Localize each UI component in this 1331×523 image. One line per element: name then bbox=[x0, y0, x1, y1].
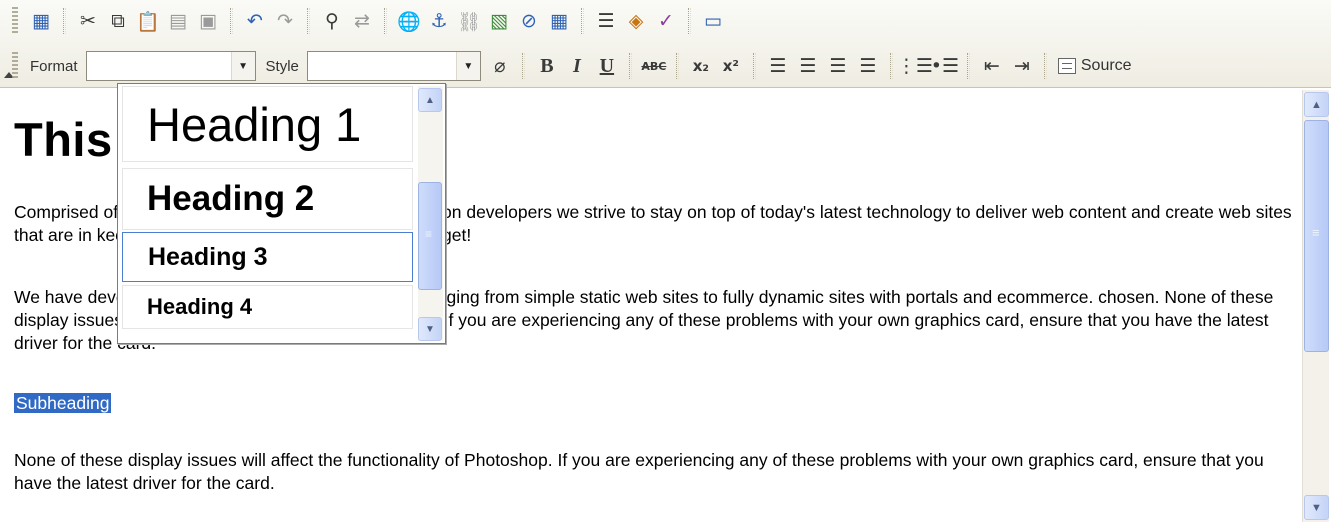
chevron-down-icon[interactable]: ▼ bbox=[455, 52, 480, 80]
table-icon[interactable]: ▦ bbox=[544, 6, 574, 36]
link-icon[interactable]: 🌐 bbox=[394, 6, 424, 36]
format-select-value bbox=[87, 52, 231, 80]
toolbar-row-2: Format ▼ Style ▼ ⌀ B I U ABC x₂ x² ☰ ☰ ☰… bbox=[12, 49, 1136, 83]
paste-word-icon[interactable]: ▣ bbox=[193, 6, 223, 36]
format-label: Format bbox=[30, 57, 78, 75]
format-option-heading-1[interactable]: Heading 1 bbox=[122, 86, 413, 162]
italic-button[interactable]: I bbox=[562, 51, 592, 81]
align-justify-icon[interactable]: ☰ bbox=[853, 51, 883, 81]
indent-icon[interactable]: ⇥ bbox=[1007, 51, 1037, 81]
toolbar-separator bbox=[581, 8, 584, 34]
remove-format-icon[interactable]: ⌀ bbox=[485, 51, 515, 81]
select-all-icon[interactable]: ▦ bbox=[26, 6, 56, 36]
strikethrough-button[interactable]: ABC bbox=[639, 51, 669, 81]
horizontal-rule-icon[interactable]: ☰ bbox=[591, 6, 621, 36]
toolbar-separator bbox=[384, 8, 387, 34]
superscript-button[interactable]: x² bbox=[716, 51, 746, 81]
selected-paragraph: Subheading bbox=[14, 392, 112, 415]
toolbar-separator bbox=[966, 53, 970, 79]
align-right-icon[interactable]: ☰ bbox=[823, 51, 853, 81]
replace-icon[interactable]: ⇄ bbox=[347, 6, 377, 36]
image-icon[interactable]: ▧ bbox=[484, 6, 514, 36]
toolbar-grip[interactable] bbox=[12, 52, 18, 80]
style-select-value bbox=[308, 52, 456, 80]
unlink-icon[interactable]: ⛓ bbox=[454, 6, 484, 36]
scroll-down-icon[interactable]: ▼ bbox=[1304, 495, 1329, 520]
source-icon bbox=[1057, 58, 1076, 74]
find-icon[interactable]: ⚲ bbox=[317, 6, 347, 36]
toolbar-row-1: ▦ ✂ ⧉ 📋 ▤ ▣ ↶ ↷ ⚲ ⇄ 🌐 ⚓ ⛓ ▧ ⊘ ▦ ☰ ◈ ✓ ▭ bbox=[12, 4, 728, 38]
format-option-heading-4[interactable]: Heading 4 bbox=[122, 285, 413, 329]
scroll-up-icon[interactable]: ▲ bbox=[418, 88, 442, 112]
format-option-heading-2[interactable]: Heading 2 bbox=[122, 168, 413, 230]
style-select[interactable]: ▼ bbox=[306, 51, 481, 81]
paste-text-icon[interactable]: ▤ bbox=[163, 6, 193, 36]
scrollbar-thumb[interactable] bbox=[1304, 120, 1329, 352]
numbered-list-icon[interactable]: ⋮☰ bbox=[897, 51, 933, 81]
toolbar-separator bbox=[63, 8, 66, 34]
dropdown-scrollbar[interactable]: ▲ ▼ bbox=[418, 86, 443, 341]
outdent-icon[interactable]: ⇤ bbox=[977, 51, 1007, 81]
toolbar-separator bbox=[307, 8, 310, 34]
scroll-down-icon[interactable]: ▼ bbox=[418, 317, 442, 341]
toolbar-separator bbox=[628, 53, 632, 79]
scroll-up-icon[interactable]: ▲ bbox=[1304, 92, 1329, 117]
spellcheck-icon[interactable]: ✓ bbox=[651, 6, 681, 36]
toolbar-grip[interactable] bbox=[12, 7, 18, 35]
align-left-icon[interactable]: ☰ bbox=[763, 51, 793, 81]
toolbar-separator bbox=[230, 8, 233, 34]
format-select[interactable]: ▼ bbox=[85, 51, 256, 81]
anchor-icon[interactable]: ⚓ bbox=[424, 6, 454, 36]
format-option-heading-3[interactable]: Heading 3 bbox=[122, 232, 413, 282]
chevron-down-icon[interactable]: ▼ bbox=[230, 52, 255, 80]
smiley-icon[interactable]: ◈ bbox=[621, 6, 651, 36]
underline-button[interactable]: U bbox=[592, 51, 622, 81]
redo-icon[interactable]: ↷ bbox=[270, 6, 300, 36]
source-button[interactable]: Source bbox=[1054, 51, 1136, 81]
editor-toolbar: ▦ ✂ ⧉ 📋 ▤ ▣ ↶ ↷ ⚲ ⇄ 🌐 ⚓ ⛓ ▧ ⊘ ▦ ☰ ◈ ✓ ▭ … bbox=[0, 0, 1331, 88]
toolbar-separator bbox=[1043, 53, 1047, 79]
subscript-button[interactable]: x₂ bbox=[686, 51, 716, 81]
cut-icon[interactable]: ✂ bbox=[73, 6, 103, 36]
dropdown-scrollbar-thumb[interactable] bbox=[418, 182, 442, 290]
bulleted-list-icon[interactable]: •☰ bbox=[930, 51, 960, 81]
toolbar-separator bbox=[688, 8, 691, 34]
selected-text: Subheading bbox=[14, 393, 112, 413]
source-label: Source bbox=[1080, 57, 1132, 74]
flash-icon[interactable]: ⊘ bbox=[514, 6, 544, 36]
format-dropdown-panel: Heading 1 Heading 2 Heading 3 Heading 4 … bbox=[117, 83, 446, 344]
toolbar-separator bbox=[752, 53, 756, 79]
style-label: Style bbox=[265, 57, 299, 75]
paste-icon[interactable]: 📋 bbox=[133, 6, 163, 36]
align-center-icon[interactable]: ☰ bbox=[793, 51, 823, 81]
copy-icon[interactable]: ⧉ bbox=[103, 6, 133, 36]
paragraph-3: None of these display issues will affect… bbox=[14, 450, 1264, 493]
page-break-icon[interactable]: ▭ bbox=[698, 6, 728, 36]
vertical-scrollbar[interactable]: ▲ ▼ bbox=[1302, 90, 1329, 522]
toolbar-separator bbox=[675, 53, 679, 79]
bold-button[interactable]: B bbox=[532, 51, 562, 81]
toolbar-separator bbox=[889, 53, 893, 79]
undo-icon[interactable]: ↶ bbox=[240, 6, 270, 36]
toolbar-separator bbox=[521, 53, 525, 79]
